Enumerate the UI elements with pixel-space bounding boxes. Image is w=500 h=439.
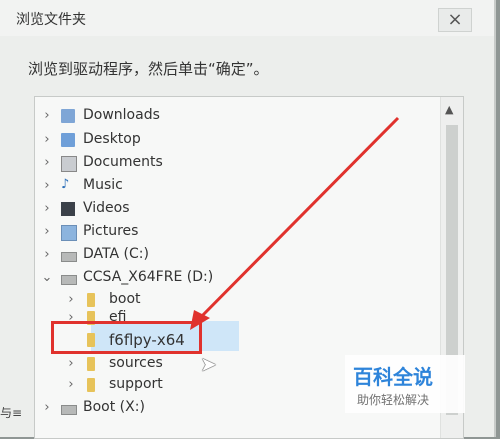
watermark: 百科全说 助你轻松解决	[345, 355, 465, 413]
mouse-cursor-icon: ➤	[200, 352, 217, 376]
watermark-subtitle: 助你轻松解决	[357, 393, 430, 407]
annotation-highlight-box	[51, 321, 202, 354]
watermark-title: 百科全说	[353, 365, 433, 389]
